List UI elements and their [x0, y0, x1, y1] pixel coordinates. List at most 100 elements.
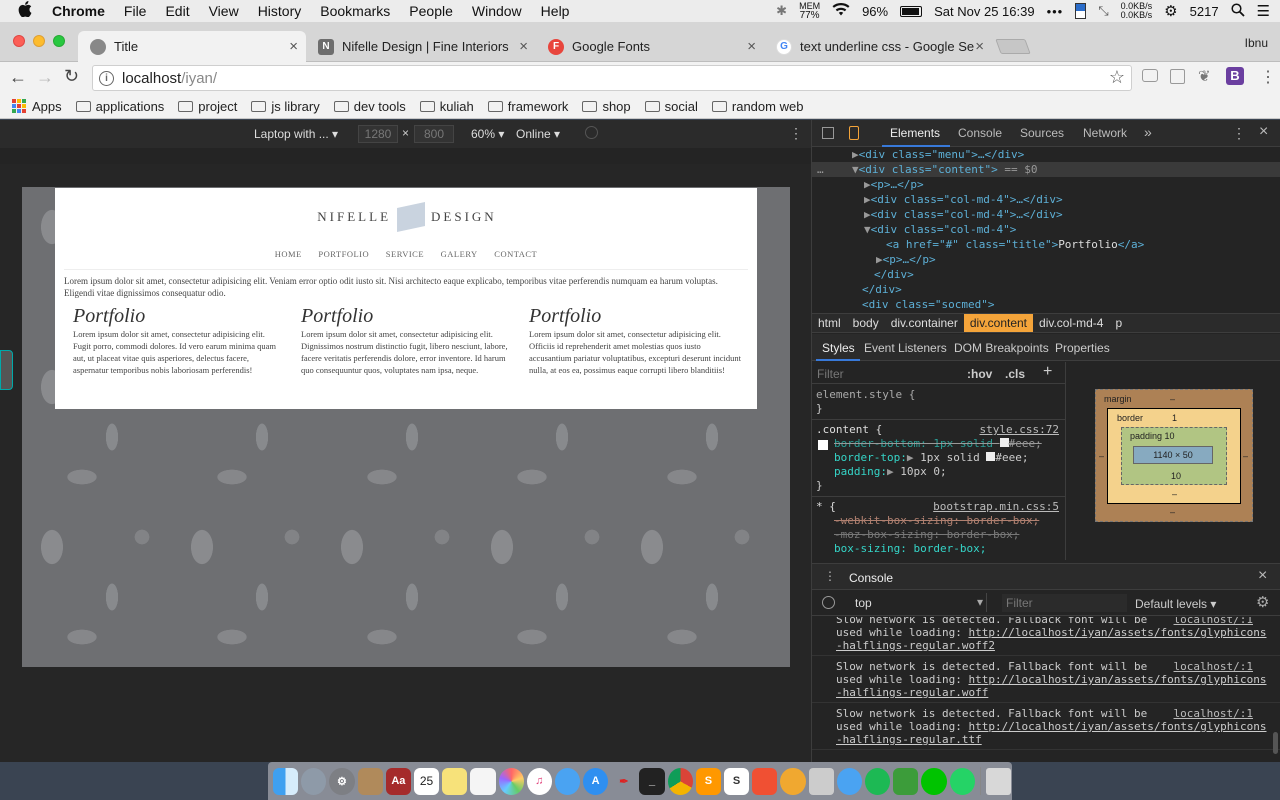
profile-name[interactable]: Ibnu: [1245, 36, 1268, 50]
tab-close-icon[interactable]: ×: [289, 38, 298, 55]
tab-close-icon[interactable]: ×: [975, 38, 984, 55]
message-source-link[interactable]: localhost/:1: [1174, 617, 1253, 626]
crumb-body[interactable]: body: [847, 316, 885, 330]
bookmark-folder-framework[interactable]: framework: [487, 99, 568, 114]
console-settings-gear-icon[interactable]: ⚙: [1256, 593, 1269, 611]
b-extension-icon[interactable]: B: [1226, 67, 1244, 85]
content-rule[interactable]: .content { style.css:72: [816, 423, 1061, 437]
sequel-pro-icon[interactable]: [780, 767, 806, 795]
messages-icon[interactable]: [554, 767, 581, 795]
device-select[interactable]: Laptop with ... ▾: [254, 127, 338, 141]
css-property-disabled[interactable]: border-bottom: 1px solid #eee;: [816, 437, 1061, 451]
console-scrollbar[interactable]: [1273, 732, 1278, 754]
grid-extension-icon[interactable]: [1170, 69, 1185, 84]
device-more-icon[interactable]: ⋮: [789, 125, 803, 142]
menu-people[interactable]: People: [409, 3, 453, 19]
resize-arrows-icon[interactable]: ⤡: [1098, 3, 1108, 19]
dom-node[interactable]: ▶<p>…</p>: [812, 177, 1280, 192]
tab-close-icon[interactable]: ×: [519, 38, 528, 55]
reminders-icon[interactable]: [470, 767, 496, 795]
inspect-element-icon[interactable]: [822, 127, 834, 139]
sublime-text-icon[interactable]: S: [695, 767, 721, 795]
battery-percent[interactable]: 96%: [862, 4, 888, 19]
bookmark-folder-project[interactable]: project: [178, 99, 237, 114]
wifi-icon[interactable]: [832, 2, 850, 19]
notes-app-icon[interactable]: [357, 767, 383, 795]
viewport-width-input[interactable]: 1280: [358, 125, 398, 143]
crumb-content-active[interactable]: div.content: [963, 314, 1034, 332]
address-bar[interactable]: i localhost /iyan/ ☆: [92, 65, 1132, 91]
rotate-disabled-icon[interactable]: [585, 126, 598, 139]
subtab-event-listeners[interactable]: Event Listeners: [864, 341, 947, 355]
site-logo[interactable]: NIFELLE DESIGN: [317, 201, 497, 233]
chrome-menu-icon[interactable]: ⋮: [1260, 67, 1276, 87]
dom-node[interactable]: ▼<div class="col-md-4">: [812, 222, 1280, 237]
drawer-menu-icon[interactable]: ⋮: [824, 569, 836, 583]
trash-icon[interactable]: [985, 767, 1011, 795]
cpu-value[interactable]: 5217: [1190, 4, 1219, 19]
css-property-overridden[interactable]: -moz-box-sizing: border-box;: [816, 528, 1061, 542]
info-icon[interactable]: i: [99, 70, 114, 86]
menu-edit[interactable]: Edit: [165, 3, 189, 19]
zoom-select[interactable]: 60% ▾: [471, 127, 504, 141]
finder-icon[interactable]: [273, 767, 299, 795]
nav-galery[interactable]: GALERY: [441, 249, 478, 259]
dom-node-selected[interactable]: … ▼<div class="content"> == $0: [812, 162, 1280, 177]
battery-icon[interactable]: [900, 5, 923, 17]
terminal-icon[interactable]: _: [639, 767, 665, 795]
message-source-link[interactable]: localhost/:1: [1174, 707, 1253, 720]
camera-extension-icon[interactable]: [1142, 69, 1158, 82]
dom-node[interactable]: </div>: [812, 282, 1280, 297]
console-prompt[interactable]: ›: [812, 750, 1280, 751]
universal-rule[interactable]: * { bootstrap.min.css:5: [816, 500, 1061, 514]
menu-view[interactable]: View: [209, 3, 239, 19]
chrome-icon[interactable]: [667, 767, 693, 795]
bookmark-folder-random-web[interactable]: random web: [711, 99, 803, 114]
css-property[interactable]: box-sizing: border-box;: [816, 542, 1061, 556]
viewport-height-input[interactable]: 800: [414, 125, 454, 143]
tab-google-search[interactable]: G text underline css - Google Se ×: [764, 31, 992, 62]
system-preferences-icon[interactable]: ⚙: [329, 767, 355, 795]
app-store-icon[interactable]: A: [583, 767, 609, 795]
tab-title[interactable]: Title ×: [78, 31, 306, 62]
menu-file[interactable]: File: [124, 3, 147, 19]
tab-network[interactable]: Network: [1083, 126, 1127, 140]
portfolio-title-link[interactable]: Portfolio: [73, 304, 283, 328]
subtab-properties[interactable]: Properties: [1055, 341, 1110, 355]
bluetooth-icon[interactable]: ✱: [776, 3, 787, 19]
tab-close-icon[interactable]: ×: [747, 38, 756, 55]
tab-nifelle[interactable]: N Nifelle Design | Fine Interiors | ×: [306, 31, 536, 62]
rule-source-link[interactable]: bootstrap.min.css:5: [933, 500, 1059, 514]
calendar-icon[interactable]: 25: [413, 767, 440, 795]
portfolio-title-link[interactable]: Portfolio: [529, 304, 741, 328]
sublime-merge-icon[interactable]: S: [724, 767, 750, 795]
crumb-col[interactable]: div.col-md-4: [1033, 316, 1109, 330]
tweetbot-icon[interactable]: [836, 767, 862, 795]
pen-tool-icon[interactable]: ✒: [611, 768, 636, 795]
bookmark-folder-shop[interactable]: shop: [582, 99, 631, 114]
box-margin[interactable]: margin – – – – border 1 – padding 10 10 …: [1095, 389, 1253, 522]
console-filter-input[interactable]: Filter: [1002, 594, 1127, 612]
menu-window[interactable]: Window: [472, 3, 522, 19]
crumb-p[interactable]: p: [1109, 316, 1128, 330]
property-checkbox[interactable]: [818, 440, 828, 450]
menu-bookmarks[interactable]: Bookmarks: [320, 3, 390, 19]
drawer-handle[interactable]: [0, 350, 13, 390]
dictionary-icon[interactable]: Aa: [385, 767, 411, 795]
clear-console-icon[interactable]: [822, 596, 835, 609]
window-zoom-button[interactable]: [53, 35, 65, 47]
css-property[interactable]: border-top:▶ 1px solid #eee;: [816, 451, 1061, 465]
back-button[interactable]: ←: [9, 67, 27, 88]
bookmark-star-icon[interactable]: ☆: [1109, 67, 1125, 88]
css-property[interactable]: padding:▶ 10px 0;: [816, 465, 1061, 479]
portfolio-title-link[interactable]: Portfolio: [301, 304, 513, 328]
leaf-extension-icon[interactable]: ❦: [1198, 67, 1211, 85]
status-widget-icon[interactable]: [1075, 3, 1087, 19]
window-close-button[interactable]: [13, 35, 25, 47]
crumb-html[interactable]: html: [812, 316, 847, 330]
box-content[interactable]: 1140 × 50: [1133, 446, 1213, 464]
dom-node[interactable]: <div class="socmed">: [812, 297, 1280, 312]
cls-toggle[interactable]: .cls: [1005, 367, 1025, 381]
nav-portfolio[interactable]: PORTFOLIO: [318, 249, 369, 259]
nav-service[interactable]: SERVICE: [386, 249, 424, 259]
